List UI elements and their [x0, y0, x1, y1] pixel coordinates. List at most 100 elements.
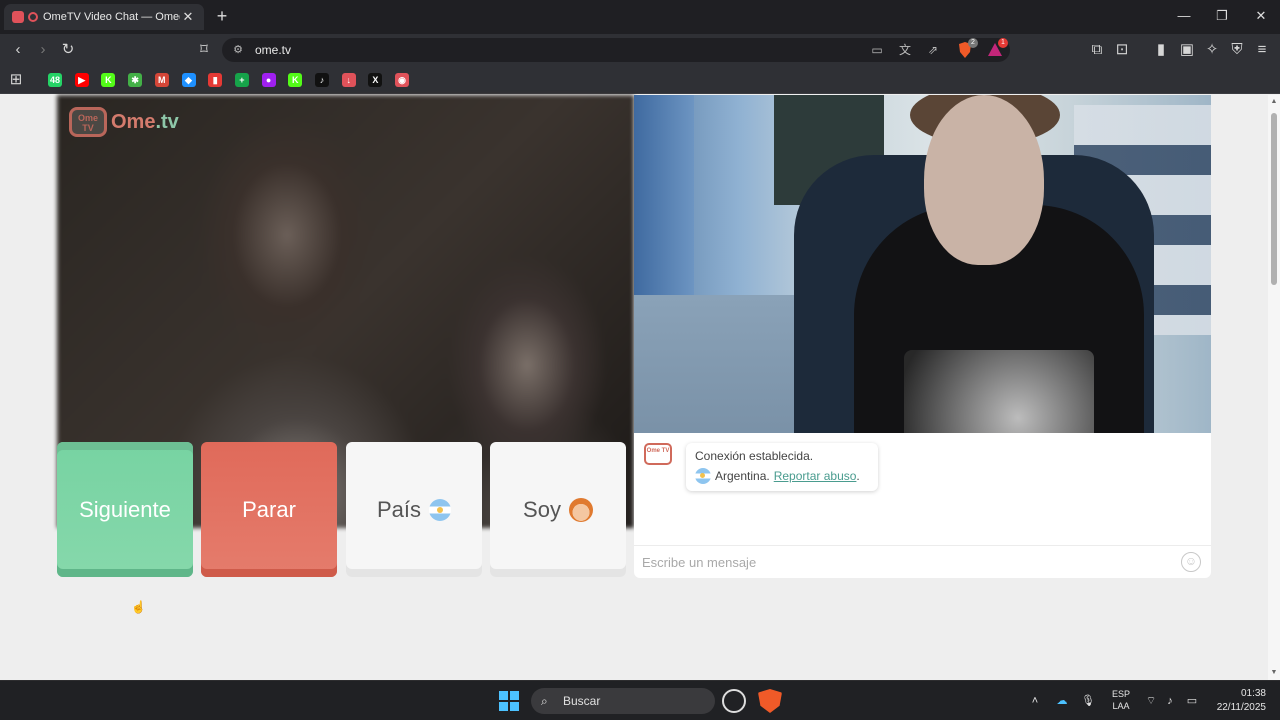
next-button-label: Siguiente — [79, 496, 171, 522]
brave-shields-icon[interactable]: 2 — [956, 38, 978, 59]
chat-input-bar: ☺ — [634, 545, 1211, 578]
gender-button-label: Soy — [523, 496, 561, 522]
menu-icon[interactable]: ≡ — [1252, 40, 1272, 60]
tab-title: OmeTV Video Chat — Omegl — [43, 11, 180, 23]
clock-time: 01:38 — [1240, 688, 1266, 699]
gender-button[interactable]: Soy — [490, 442, 626, 577]
ometv-logo[interactable]: Ome TV Ome.tv — [69, 104, 183, 140]
bookmark-sheet-icon[interactable]: + — [234, 73, 249, 87]
chat-panel: Ome TV Conexión establecida. Argentina. … — [634, 433, 1211, 578]
bookmark-green-icon[interactable]: ✱ — [128, 73, 143, 87]
bookmark-x-icon[interactable]: X — [368, 73, 383, 87]
taskbar-brave-icon[interactable] — [758, 689, 782, 713]
browser-tab-strip: OmeTV Video Chat — Omegl ✕ + — ❐ ✕ — [0, 0, 1280, 34]
message-input[interactable] — [642, 552, 1162, 572]
taskbar-clock[interactable]: 01:38 22/11/2025 — [1208, 687, 1266, 715]
bookmark-shield-icon[interactable]: ◉ — [395, 73, 410, 87]
ometv-page: ▲ ▼ — [0, 95, 1280, 680]
url-text: ome.tv — [255, 43, 292, 57]
lang-layout: LAA — [1112, 701, 1130, 711]
bookmark-kick-2-icon[interactable]: K — [288, 73, 303, 87]
taskbar-app-copilot-icon[interactable] — [722, 689, 746, 713]
reload-icon[interactable]: ↻ — [58, 40, 78, 60]
extensions-icon[interactable]: ⧉ — [1087, 40, 1107, 60]
windows-taskbar: ⌕ Buscar ˄ ☁ 🎙 ESP LAA ⌔ ♪ ▭ 01:38 22/11… — [0, 680, 1280, 720]
system-message: Conexión establecida. Argentina. Reporta… — [686, 443, 878, 491]
translate-icon[interactable]: 文 — [896, 41, 914, 59]
close-window-button[interactable]: ✕ — [1249, 6, 1273, 26]
search-label: Buscar — [563, 694, 601, 708]
windows-start-icon[interactable] — [499, 691, 519, 711]
bookmark-icon[interactable]: ⌑ — [194, 40, 214, 60]
bookmark-blue-icon[interactable]: ◆ — [181, 73, 196, 87]
leo-ai-icon[interactable]: ✧ — [1202, 40, 1222, 60]
battery-icon[interactable]: ▭ — [1183, 693, 1201, 709]
minimize-button[interactable]: — — [1172, 6, 1196, 26]
taskbar-search[interactable]: ⌕ Buscar — [531, 688, 715, 714]
report-period: . — [856, 469, 860, 483]
sidebar-icon[interactable]: ▮ — [1151, 40, 1171, 60]
brave-rewards-icon[interactable]: 1 — [986, 38, 1008, 59]
bookmark-tiktok-icon[interactable]: ♪ — [315, 73, 329, 87]
scroll-down-icon[interactable]: ▼ — [1270, 669, 1278, 677]
apps-grid-icon[interactable]: ⊞ — [6, 70, 26, 90]
share-icon[interactable]: ⇗ — [924, 41, 942, 59]
logo-text-tv: .tv — [155, 110, 179, 133]
bookmark-kick-icon[interactable]: K — [101, 73, 116, 87]
search-icon: ⌕ — [541, 693, 548, 708]
hand-cursor-icon: ☝ — [131, 600, 146, 614]
partner-country-text: Argentina. — [715, 469, 770, 483]
tray-overflow-icon[interactable]: ˄ — [1028, 693, 1042, 709]
browser-tab-ometv[interactable]: OmeTV Video Chat — Omegl ✕ — [4, 4, 204, 30]
maximize-button[interactable]: ❐ — [1210, 6, 1234, 26]
video-person-head — [924, 95, 1044, 265]
browser-toolbar: ‹ › ↻ ⌑ ⚙ ome.tv ▭ 文 ⇗ 2 1 ⧉ ⊡ ▮ ▣ ✧ ⛨ ≡ — [0, 34, 1280, 66]
emoji-icon[interactable]: ☺ — [1181, 552, 1201, 572]
bookmark-youtube-icon[interactable]: ▶ — [74, 73, 89, 87]
shields-badge: 2 — [968, 38, 978, 48]
stop-button[interactable]: Parar — [201, 442, 337, 577]
country-button-label: País — [376, 496, 422, 522]
address-bar[interactable]: ⚙ ome.tv ▭ 文 ⇗ 2 1 — [222, 38, 1010, 62]
logo-text-ome: Ome — [111, 110, 156, 133]
stop-button-label: Parar — [242, 496, 296, 522]
scrollbar-thumb[interactable] — [1271, 113, 1277, 285]
ometv-logo-icon: Ome TV — [69, 107, 107, 137]
onedrive-icon[interactable]: ☁ — [1054, 693, 1070, 709]
close-tab-icon[interactable]: ✕ — [180, 9, 196, 25]
argentina-flag-small-icon — [695, 468, 711, 484]
connection-status-text: Conexión establecida. — [695, 449, 814, 463]
forward-icon[interactable]: › — [33, 40, 53, 60]
wallet-icon[interactable]: ▣ — [1177, 40, 1197, 60]
screen: OmeTV Video Chat — Omegl ✕ + — ❐ ✕ ‹ › ↻… — [0, 0, 1280, 720]
lang-code: ESP — [1111, 689, 1130, 699]
recording-indicator-icon — [28, 12, 38, 22]
input-language[interactable]: ESP LAA — [1108, 688, 1134, 712]
rewards-badge: 1 — [998, 38, 1008, 48]
cast-icon[interactable]: ▭ — [868, 41, 886, 59]
report-abuse-link[interactable]: Reportar abuso — [774, 469, 857, 483]
argentina-flag-icon — [429, 498, 452, 521]
vpn-icon[interactable]: ⛨ — [1227, 40, 1247, 60]
page-scrollbar[interactable]: ▲ ▼ — [1268, 95, 1280, 680]
next-button[interactable]: Siguiente — [57, 442, 193, 577]
microphone-icon[interactable]: 🎙 — [1081, 693, 1095, 709]
clock-date: 22/11/2025 — [1216, 702, 1266, 713]
country-button[interactable]: País — [346, 442, 482, 577]
volume-icon[interactable]: ♪ — [1162, 693, 1178, 709]
back-icon[interactable]: ‹ — [8, 40, 28, 60]
boy-avatar-icon — [568, 497, 593, 522]
wifi-icon[interactable]: ⌔ — [1143, 693, 1159, 709]
scroll-up-icon[interactable]: ▲ — [1270, 98, 1278, 106]
bookmark-gmail-icon[interactable]: M — [154, 73, 169, 87]
bookmark-whatsapp-icon[interactable]: 48 — [48, 73, 62, 87]
bookmark-chart-icon[interactable]: ▮ — [208, 73, 223, 87]
bookmark-download-icon[interactable]: ↓ — [341, 73, 356, 87]
screenshot-icon[interactable]: ⊡ — [1112, 40, 1132, 60]
new-tab-button[interactable]: + — [212, 6, 232, 26]
ometv-favicon-icon — [12, 11, 24, 23]
logo-text: Ome.tv — [111, 111, 179, 134]
bookmarks-bar: ⊞ 48 ▶ K ✱ M ◆ ▮ + ● K ♪ ↓ X ◉ — [0, 66, 1280, 94]
site-settings-icon[interactable]: ⚙ — [230, 42, 246, 58]
bookmark-purple-icon[interactable]: ● — [261, 73, 276, 87]
